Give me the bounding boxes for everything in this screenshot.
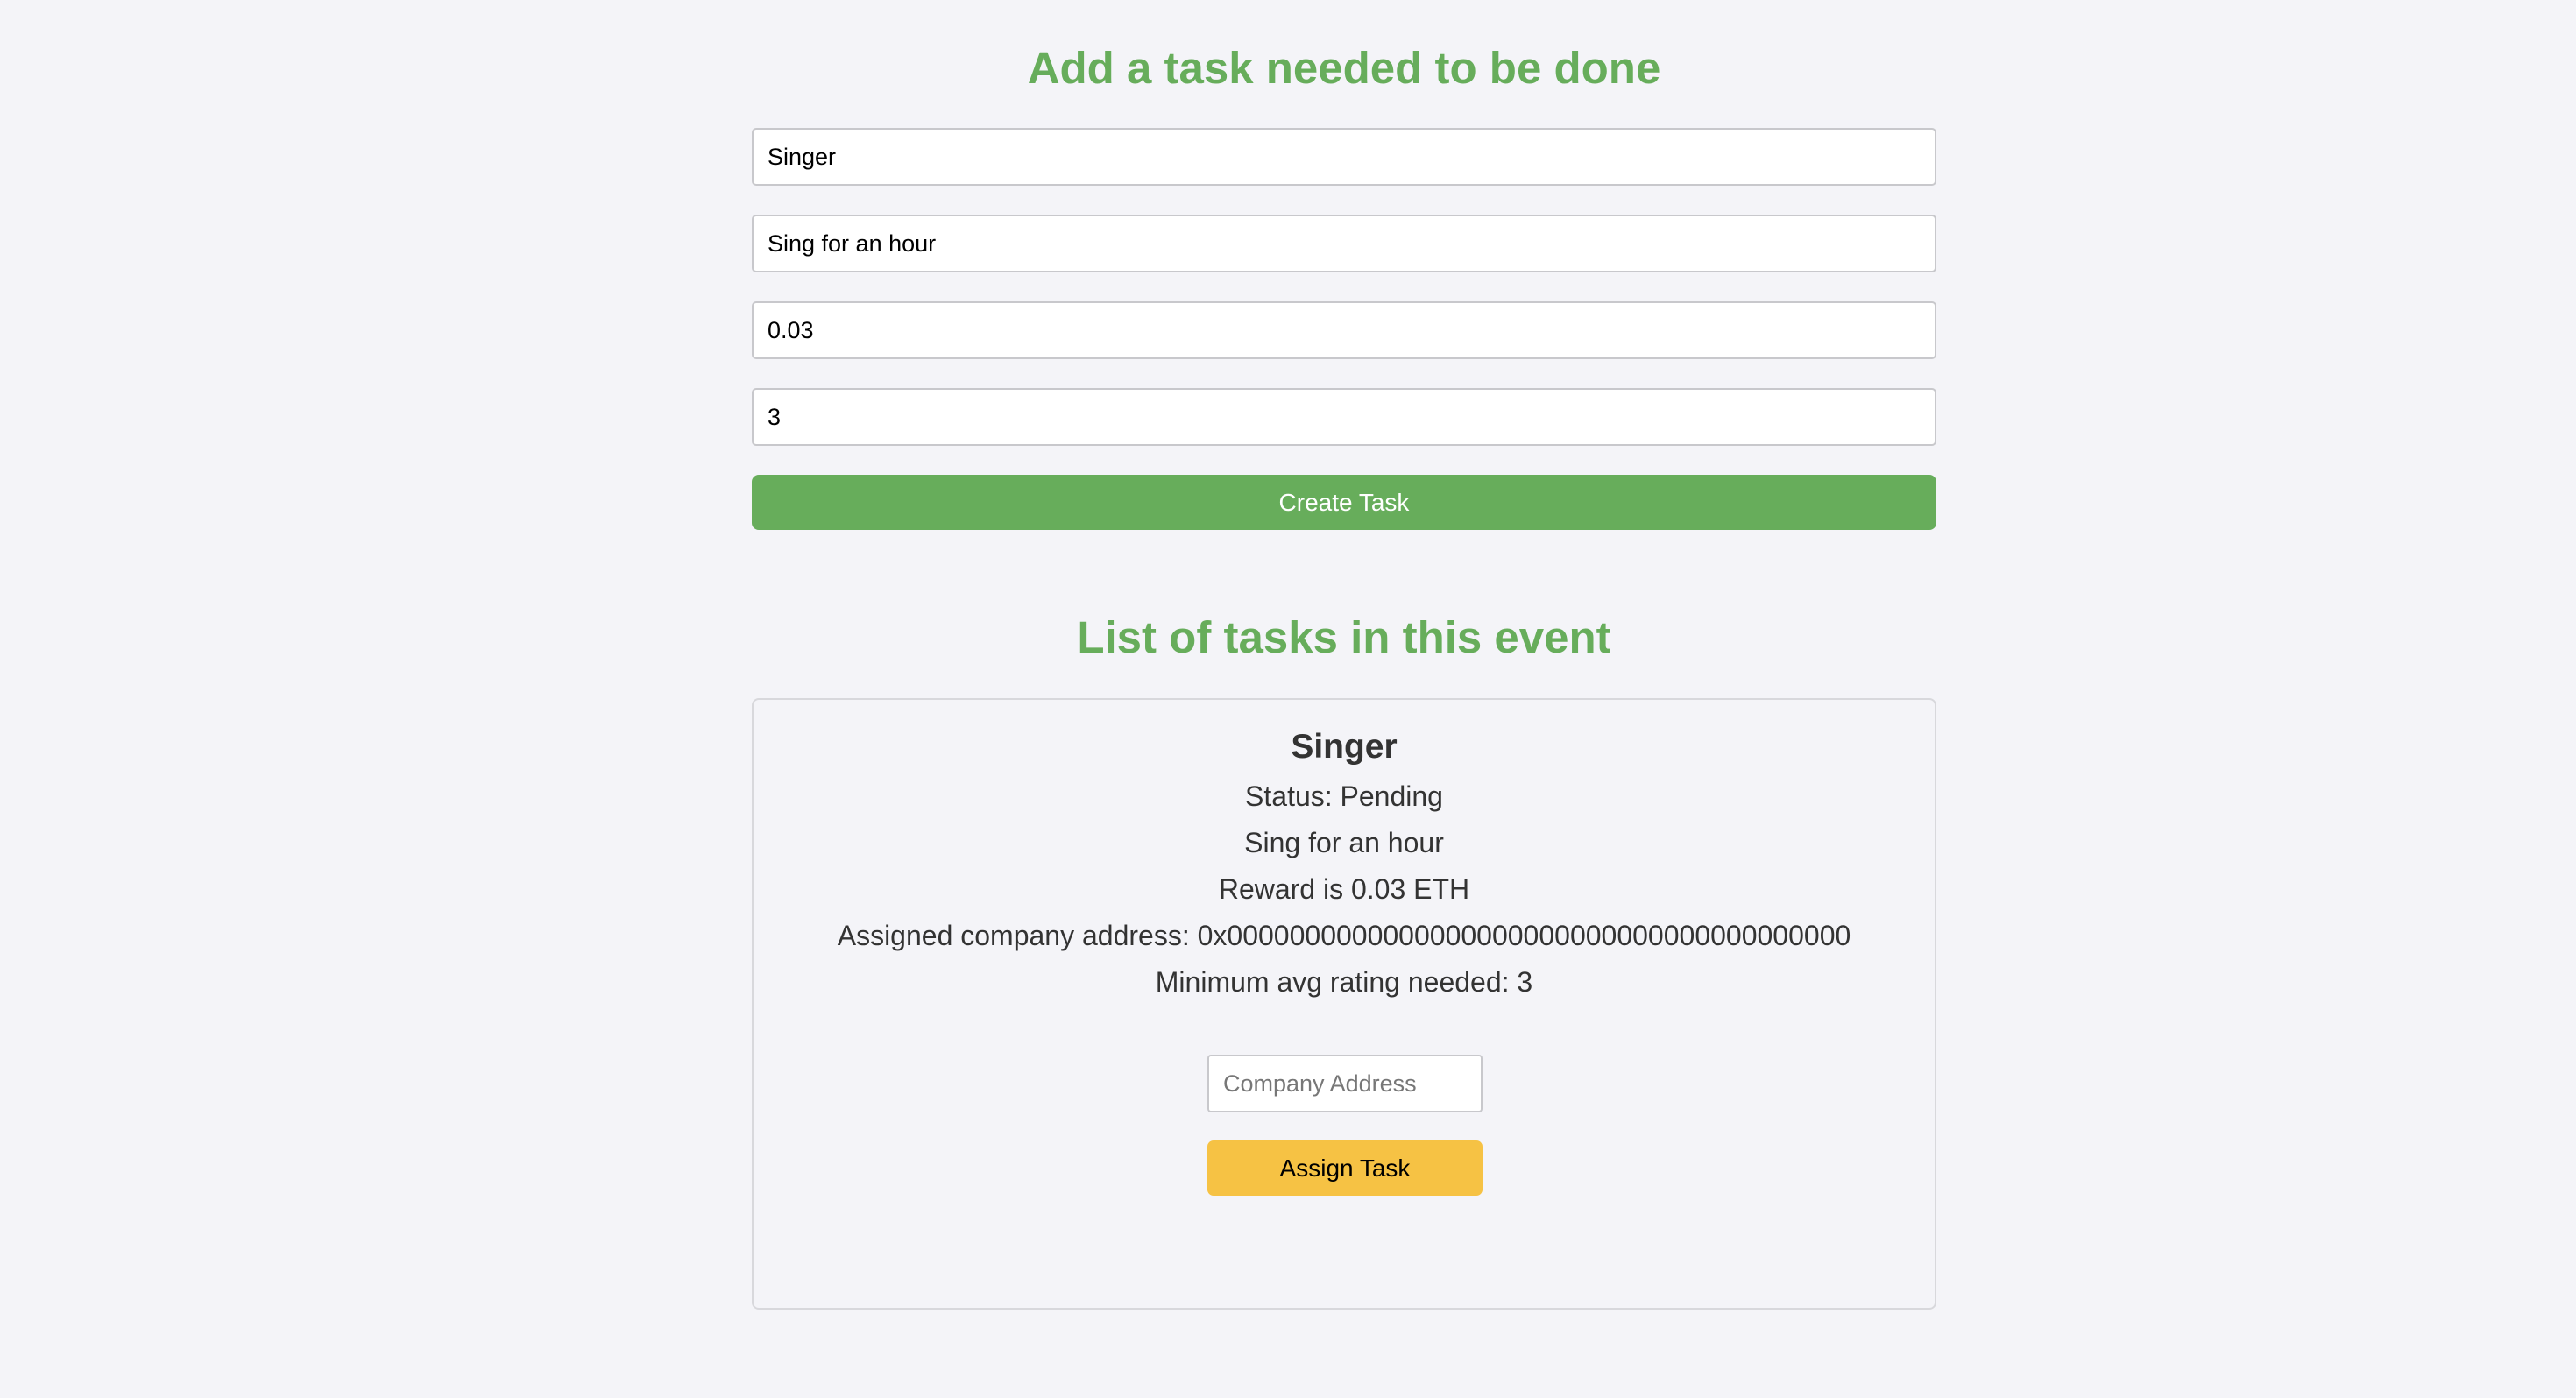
task-min-rating-input[interactable] xyxy=(752,388,1936,446)
create-task-button[interactable]: Create Task xyxy=(752,475,1936,530)
company-address-input[interactable] xyxy=(1207,1055,1483,1112)
task-description-input[interactable] xyxy=(752,215,1936,272)
task-card: Singer Status: Pending Sing for an hour … xyxy=(752,698,1936,1310)
assign-task-button[interactable]: Assign Task xyxy=(1207,1140,1483,1196)
add-task-heading: Add a task needed to be done xyxy=(1027,43,1661,93)
task-reward-input[interactable] xyxy=(752,301,1936,359)
task-status: Status: Pending xyxy=(1245,780,1443,812)
task-card-title: Singer xyxy=(1291,728,1398,766)
task-assigned-address: Assigned company address: 0x000000000000… xyxy=(837,920,1851,951)
task-min-rating: Minimum avg rating needed: 3 xyxy=(1155,966,1533,998)
task-name-input[interactable] xyxy=(752,128,1936,186)
task-description: Sing for an hour xyxy=(1244,827,1444,858)
task-reward: Reward is 0.03 ETH xyxy=(1218,873,1470,905)
task-list-heading: List of tasks in this event xyxy=(1077,612,1611,662)
